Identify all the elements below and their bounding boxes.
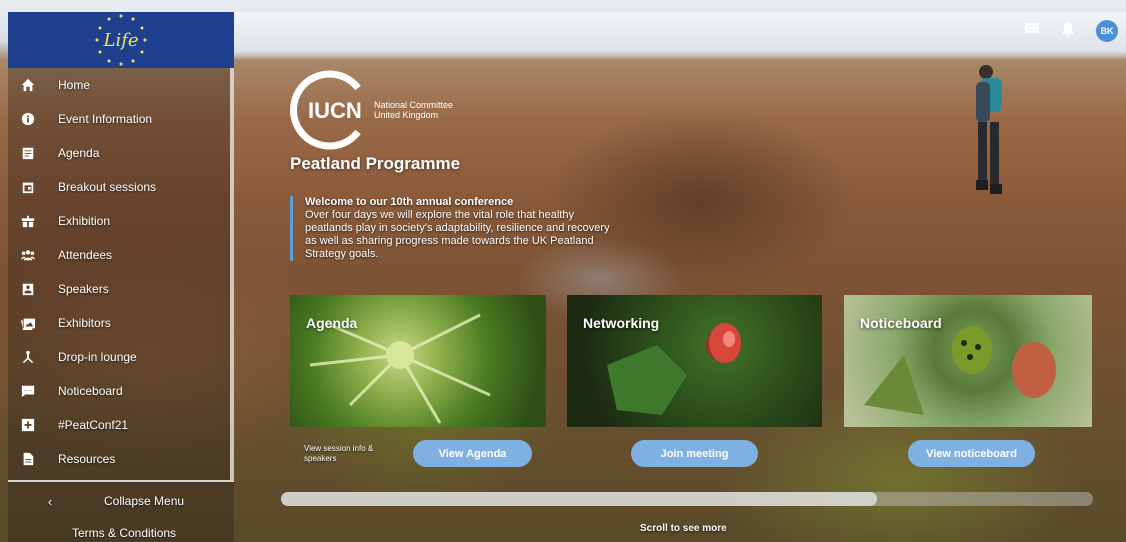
iucn-logo-text: IUCN [308,98,362,123]
topbar-icons: BK [1024,20,1118,42]
plus-box-icon [8,418,48,432]
scroll-hint: Scroll to see more [640,523,727,534]
sidebar-item-event-information[interactable]: Event Information [8,102,234,136]
sidebar-scrollbar[interactable] [230,68,234,480]
iucn-mark-icon: IUCN [290,70,362,150]
message-icon[interactable] [1024,21,1040,42]
sidebar-item-drop-in-lounge[interactable]: Drop-in lounge [8,340,234,374]
group-icon [8,248,48,262]
info-icon [8,112,48,126]
chat-icon [8,384,48,398]
hiker-figure [976,65,1002,194]
sidebar-item-peatconf21[interactable]: #PeatConf21 [8,408,234,442]
horizontal-scrollbar[interactable] [281,492,1093,506]
iucn-subtitle: National Committee United Kingdom [374,100,453,120]
page-title: Peatland Programme [290,154,461,173]
contact-icon [8,282,48,296]
sidebar-item-label: Speakers [58,282,109,296]
sidebar-item-resources[interactable]: Resources [8,442,234,476]
sidebar-item-label: Home [58,78,91,92]
sidebar-item-label: Event Information [58,112,153,126]
document-icon [8,452,48,466]
sidebar-item-exhibition[interactable]: Exhibition [8,204,234,238]
agenda-card[interactable]: Agenda [290,295,546,427]
session-info-note: View session info & speakers [304,444,374,463]
sidebar-item-speakers[interactable]: Speakers [8,272,234,306]
sidebar-item-label: Exhibitors [58,316,111,330]
photo-icon [8,316,48,330]
hub-icon [8,350,48,364]
sidebar-item-agenda[interactable]: Agenda [8,136,234,170]
calendar-icon [8,180,48,194]
collapse-menu-button[interactable]: ‹ Collapse Menu [8,488,234,514]
join-meeting-button[interactable]: Join meeting [631,440,758,467]
agenda-card-title: Agenda [306,315,358,331]
welcome-title: Welcome to our 10th annual conference [305,196,514,208]
terms-link[interactable]: Terms & Conditions [72,526,176,540]
avatar[interactable]: BK [1096,20,1118,42]
eu-life-logo[interactable]: Life [8,12,234,68]
sidebar-item-label: Attendees [58,248,113,262]
sky [234,12,1126,60]
networking-card[interactable]: Networking [567,295,822,427]
sidebar-item-label: Drop-in lounge [58,350,137,364]
sidebar-item-attendees[interactable]: Attendees [8,238,234,272]
sidebar-item-noticeboard[interactable]: Noticeboard [8,374,234,408]
bell-icon[interactable] [1060,21,1076,42]
sidebar-item-label: Resources [58,452,116,466]
iucn-sub-line1: National Committee [374,100,454,110]
sidebar-item-label: Exhibition [58,214,111,228]
welcome-block: Welcome to our 10th annual conference Ov… [290,196,610,261]
sidebar-item-label: #PeatConf21 [58,418,129,432]
sidebar-item-label: Breakout sessions [58,180,157,194]
view-noticeboard-button[interactable]: View noticeboard [908,440,1035,467]
iucn-logo: IUCN National Committee United Kingdom [290,70,453,150]
networking-card-title: Networking [583,315,660,331]
agenda-icon [8,146,48,160]
noticeboard-card[interactable]: Noticeboard [844,295,1092,427]
scrollbar-thumb[interactable] [281,492,877,506]
gift-icon [8,214,48,228]
view-agenda-button[interactable]: View Agenda [413,440,532,467]
sidebar-item-label: Noticeboard [58,384,123,398]
noticeboard-card-title: Noticeboard [860,315,942,331]
eu-stars-icon [95,14,147,66]
sidebar-divider [8,480,234,482]
welcome-body: Over four days we will explore the vital… [305,209,610,260]
collapse-menu-label: Collapse Menu [104,494,185,508]
iucn-sub-line2: United Kingdom [374,110,439,120]
sidebar-item-home[interactable]: Home [8,68,234,102]
sidebar-item-exhibitors[interactable]: Exhibitors [8,306,234,340]
sidebar-item-label: Agenda [58,146,100,160]
sidebar-item-breakout-sessions[interactable]: Breakout sessions [8,170,234,204]
sidebar: Life Home Event Information Agenda Break… [8,12,234,542]
chevron-left-icon: ‹ [47,493,53,509]
sidebar-nav: Home Event Information Agenda Breakout s… [8,68,234,476]
home-icon [8,78,48,92]
